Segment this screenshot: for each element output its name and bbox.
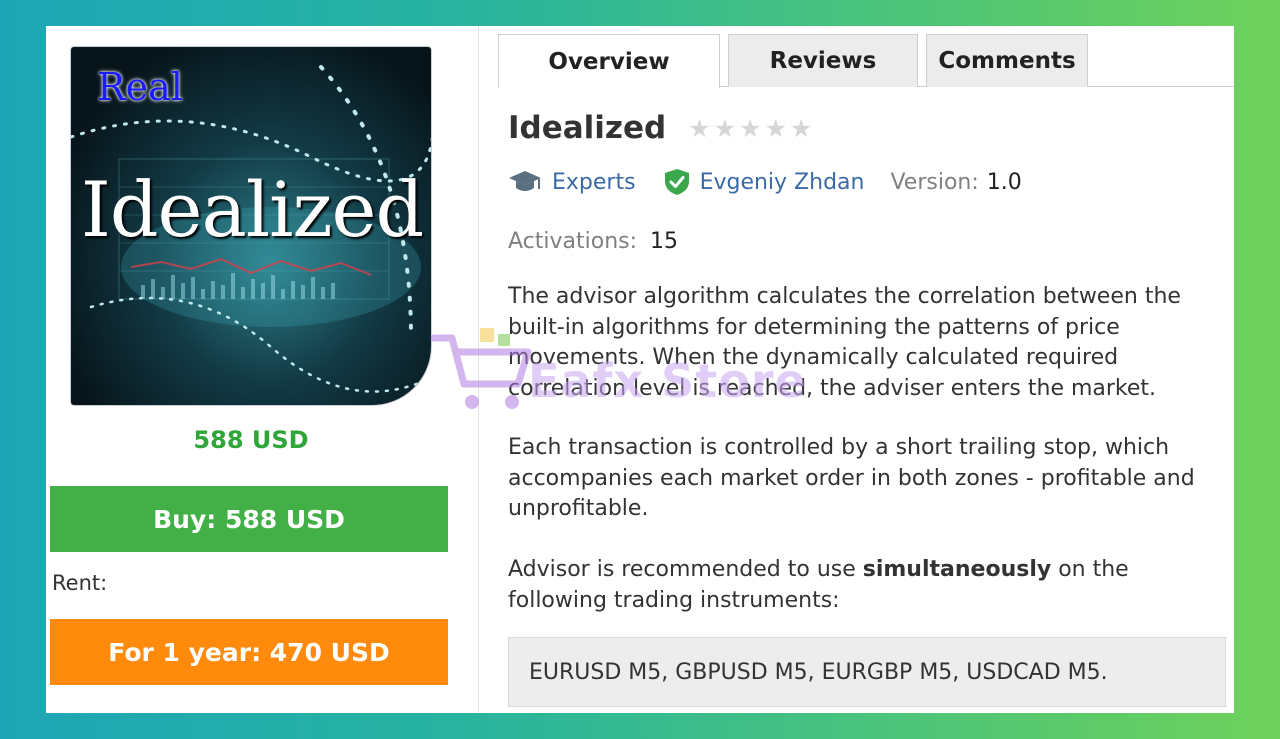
version-value: 1.0 xyxy=(986,169,1022,195)
product-page: Real Idealized 588 USD Buy: 588 USD Rent… xyxy=(46,26,1234,713)
activations-value: 15 xyxy=(650,229,679,254)
activations-info: Activations: 15 xyxy=(508,229,678,254)
product-image: Real Idealized xyxy=(70,46,432,406)
product-title: Idealized xyxy=(508,110,667,146)
image-title-text: Idealized xyxy=(80,165,424,254)
purchase-column: Real Idealized 588 USD Buy: 588 USD Rent… xyxy=(46,26,476,713)
author-name: Evgeniy Zhdan xyxy=(699,169,865,195)
verified-shield-icon xyxy=(664,168,690,196)
description-paragraph: The advisor algorithm calculates the cor… xyxy=(508,284,1181,401)
star-icon: ★ xyxy=(764,113,787,143)
paragraph-text: Advisor is recommended to use xyxy=(508,557,863,582)
description-paragraph: Each transaction is controlled by a shor… xyxy=(508,435,1195,521)
rent-1-year-button[interactable]: For 1 year: 470 USD xyxy=(50,619,448,685)
graduation-cap-icon xyxy=(508,169,542,195)
star-icon: ★ xyxy=(688,113,711,143)
tab-reviews[interactable]: Reviews xyxy=(728,34,918,87)
tab-overview[interactable]: Overview xyxy=(498,34,720,88)
rent-label: Rent: xyxy=(52,571,108,595)
column-divider xyxy=(478,26,479,713)
star-icon: ★ xyxy=(739,113,762,143)
category-link[interactable]: Experts xyxy=(508,169,636,195)
tab-bar: Overview Reviews Comments xyxy=(498,34,1234,88)
title-row: Idealized ★ ★ ★ ★ ★ xyxy=(508,110,812,146)
description-paragraph: Advisor is recommended to use simultaneo… xyxy=(508,555,1228,616)
version-info: Version: 1.0 xyxy=(890,170,1021,195)
star-icon: ★ xyxy=(713,113,737,143)
emphasis-text: simultaneously xyxy=(862,557,1052,582)
buy-button[interactable]: Buy: 588 USD xyxy=(50,486,448,552)
tab-comments[interactable]: Comments xyxy=(926,34,1088,87)
author-link[interactable]: Evgeniy Zhdan xyxy=(664,168,865,196)
version-label: Version: xyxy=(890,169,979,195)
rating-stars[interactable]: ★ ★ ★ ★ ★ xyxy=(688,116,812,141)
activations-label: Activations: xyxy=(508,229,638,254)
image-tag-text: Real xyxy=(97,65,183,109)
category-label: Experts xyxy=(552,169,636,195)
price-label: 588 USD xyxy=(193,426,309,454)
star-icon: ★ xyxy=(789,113,813,143)
meta-row: Experts Evgeniy Zhdan Version: 1.0 xyxy=(508,168,1022,196)
instruments-box: EURUSD M5, GBPUSD M5, EURGBP M5, USDCAD … xyxy=(508,637,1226,707)
